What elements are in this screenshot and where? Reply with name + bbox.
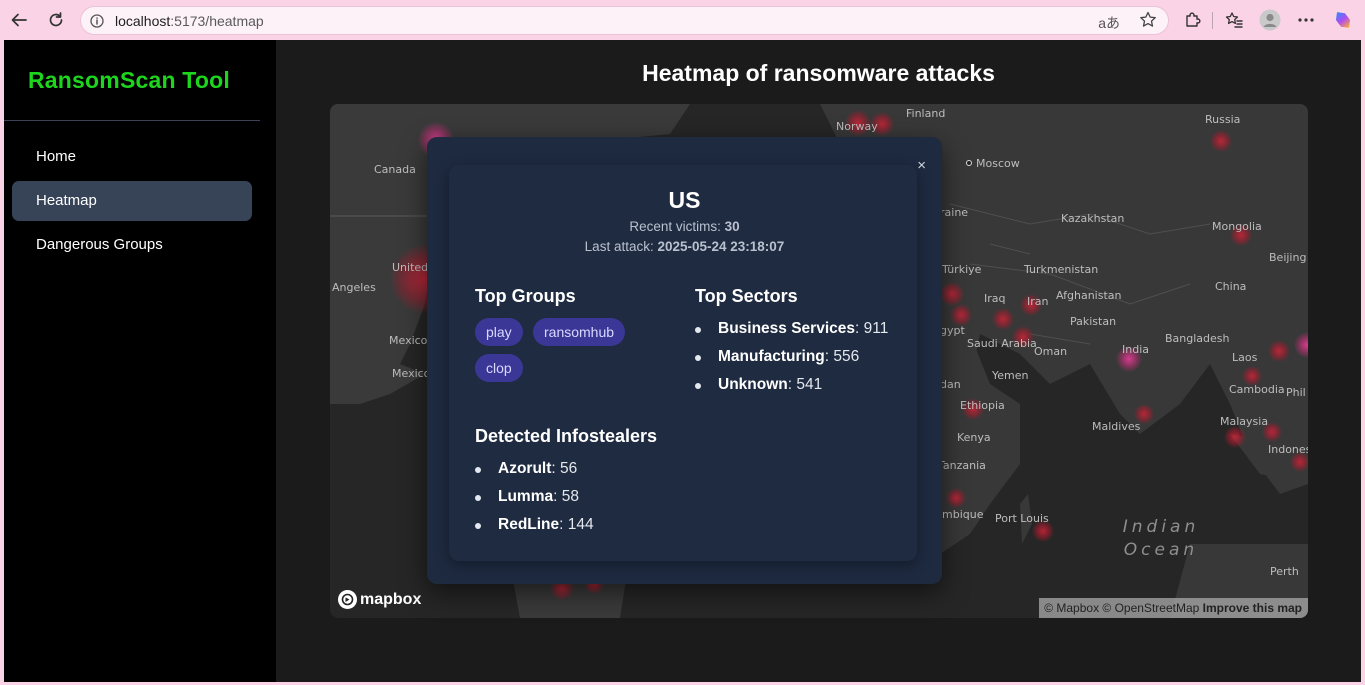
map-label: Iraq <box>984 292 1006 305</box>
brand-title: RansomScan Tool <box>28 67 230 93</box>
map-label: Afghanistan <box>1056 289 1122 302</box>
map-label: Kazakhstan <box>1061 212 1125 225</box>
hotspot <box>940 282 964 306</box>
hotspot <box>992 308 1014 330</box>
copilot-icon[interactable] <box>1331 8 1355 32</box>
map-label: Finland <box>906 107 946 120</box>
mapbox-logo[interactable]: mapbox <box>338 590 421 609</box>
mapbox-logo-icon <box>338 590 357 609</box>
map-label: Mexico <box>392 367 431 380</box>
hotspot <box>1224 426 1246 448</box>
hotspot <box>950 304 972 326</box>
map-label: Turkmenistan <box>1024 263 1099 276</box>
map-label: mbique <box>942 508 984 521</box>
map-label: Bangladesh <box>1165 332 1230 345</box>
list-item: Business Services: 911 <box>695 320 888 348</box>
map-label: Port Louis <box>995 512 1049 525</box>
map-label: Russia <box>1205 113 1241 126</box>
sidebar-item-dangerous-groups[interactable]: Dangerous Groups <box>12 225 252 265</box>
map-label: Mexico <box>389 334 428 347</box>
map-label: Yemen <box>992 369 1029 382</box>
last-attack: Last attack: 2025-05-24 23:18:07 <box>584 239 785 254</box>
list-item: RedLine: 144 <box>475 516 594 544</box>
map-label: China <box>1215 280 1247 293</box>
infostealers-title: Detected Infostealers <box>475 426 658 446</box>
group-chip[interactable]: play <box>475 318 523 346</box>
list-item: Azorult: 56 <box>475 460 594 488</box>
ocean-label: Indian Ocean <box>1122 517 1200 560</box>
map-label: Moscow <box>966 157 1020 170</box>
map-label: Tanzania <box>938 459 986 472</box>
url-text[interactable]: localhost:5173/heatmap <box>115 13 264 29</box>
map-label: Norway <box>836 120 878 133</box>
recent-victims: Recent victims: 30 <box>629 219 740 234</box>
sidebar-divider <box>4 120 260 121</box>
close-icon[interactable]: × <box>917 157 926 174</box>
map-label: Indonesia <box>1268 443 1308 456</box>
map-label: dan <box>940 378 961 391</box>
star-icon[interactable] <box>1138 10 1158 35</box>
map-label: Türkiye <box>942 263 982 276</box>
sectors-list: Business Services: 911 Manufacturing: 55… <box>695 320 888 404</box>
app-window: RansomScan Tool Home Heatmap Dangerous G… <box>4 40 1361 682</box>
map-label: Canada <box>374 163 416 176</box>
map-label: gypt <box>940 324 965 337</box>
map-label: Kenya <box>957 431 991 444</box>
map-label: Pakistan <box>1070 315 1117 328</box>
sidebar: RansomScan Tool Home Heatmap Dangerous G… <box>4 40 276 682</box>
group-chip[interactable]: clop <box>475 354 523 382</box>
map-label: Angeles <box>332 281 376 294</box>
top-groups-title: Top Groups <box>475 286 576 306</box>
map-label: Beijing <box>1269 251 1307 264</box>
map-label: India <box>1122 343 1149 356</box>
translate-icon[interactable]: aあ <box>1098 13 1120 33</box>
favorites-icon[interactable] <box>1222 8 1246 32</box>
mapbox-logo-text: mapbox <box>360 590 422 608</box>
map-label: Ethiopia <box>960 399 1005 412</box>
map-label: raine <box>940 206 969 219</box>
list-item: Unknown: 541 <box>695 376 888 404</box>
hotspot <box>1268 340 1290 362</box>
map-attribution: © Mapbox © OpenStreetMap Improve this ma… <box>1039 598 1308 618</box>
map-label: Perth <box>1270 565 1299 578</box>
infostealers-list: Azorult: 56 Lumma: 58 RedLine: 144 <box>475 460 594 544</box>
extensions-icon[interactable] <box>1181 8 1205 32</box>
toolbar-divider <box>1212 12 1213 29</box>
group-chip[interactable]: ransomhub <box>533 318 626 346</box>
map-label: Iran <box>1027 295 1049 308</box>
list-item: Lumma: 58 <box>475 488 594 516</box>
map-label: Malaysia <box>1220 415 1269 428</box>
map-label: Cambodia <box>1229 383 1285 396</box>
map-label: Laos <box>1232 351 1258 364</box>
top-sectors-title: Top Sectors <box>695 286 798 306</box>
country-name: US <box>668 187 701 213</box>
country-popup: × US Recent victims: 30 Last attack: 202… <box>427 137 942 584</box>
map-label: Saudi Arabia <box>967 337 1037 350</box>
browser-toolbar: localhost:5173/heatmap aあ <box>0 0 1365 40</box>
address-bar[interactable]: localhost:5173/heatmap aあ <box>80 6 1169 35</box>
sidebar-item-heatmap[interactable]: Heatmap <box>12 181 252 221</box>
sidebar-item-home[interactable]: Home <box>12 137 252 177</box>
improve-map-link[interactable]: Improve this map <box>1203 601 1302 615</box>
map-label: Mongolia <box>1212 220 1262 233</box>
attribution-text[interactable]: © Mapbox © OpenStreetMap <box>1044 601 1199 615</box>
back-arrow-icon[interactable] <box>6 7 32 33</box>
map-label: United <box>392 261 429 274</box>
hotspot <box>946 488 966 508</box>
more-icon[interactable] <box>1294 8 1318 32</box>
map-label: Phil <box>1286 386 1306 399</box>
info-icon[interactable] <box>90 14 104 33</box>
map-label: Maldives <box>1092 420 1141 433</box>
map-label: Oman <box>1034 345 1068 358</box>
list-item: Manufacturing: 556 <box>695 348 888 376</box>
reload-icon[interactable] <box>43 7 69 33</box>
page-title: Heatmap of ransomware attacks <box>642 60 995 86</box>
hotspot <box>1210 130 1232 152</box>
profile-icon[interactable] <box>1258 8 1282 32</box>
